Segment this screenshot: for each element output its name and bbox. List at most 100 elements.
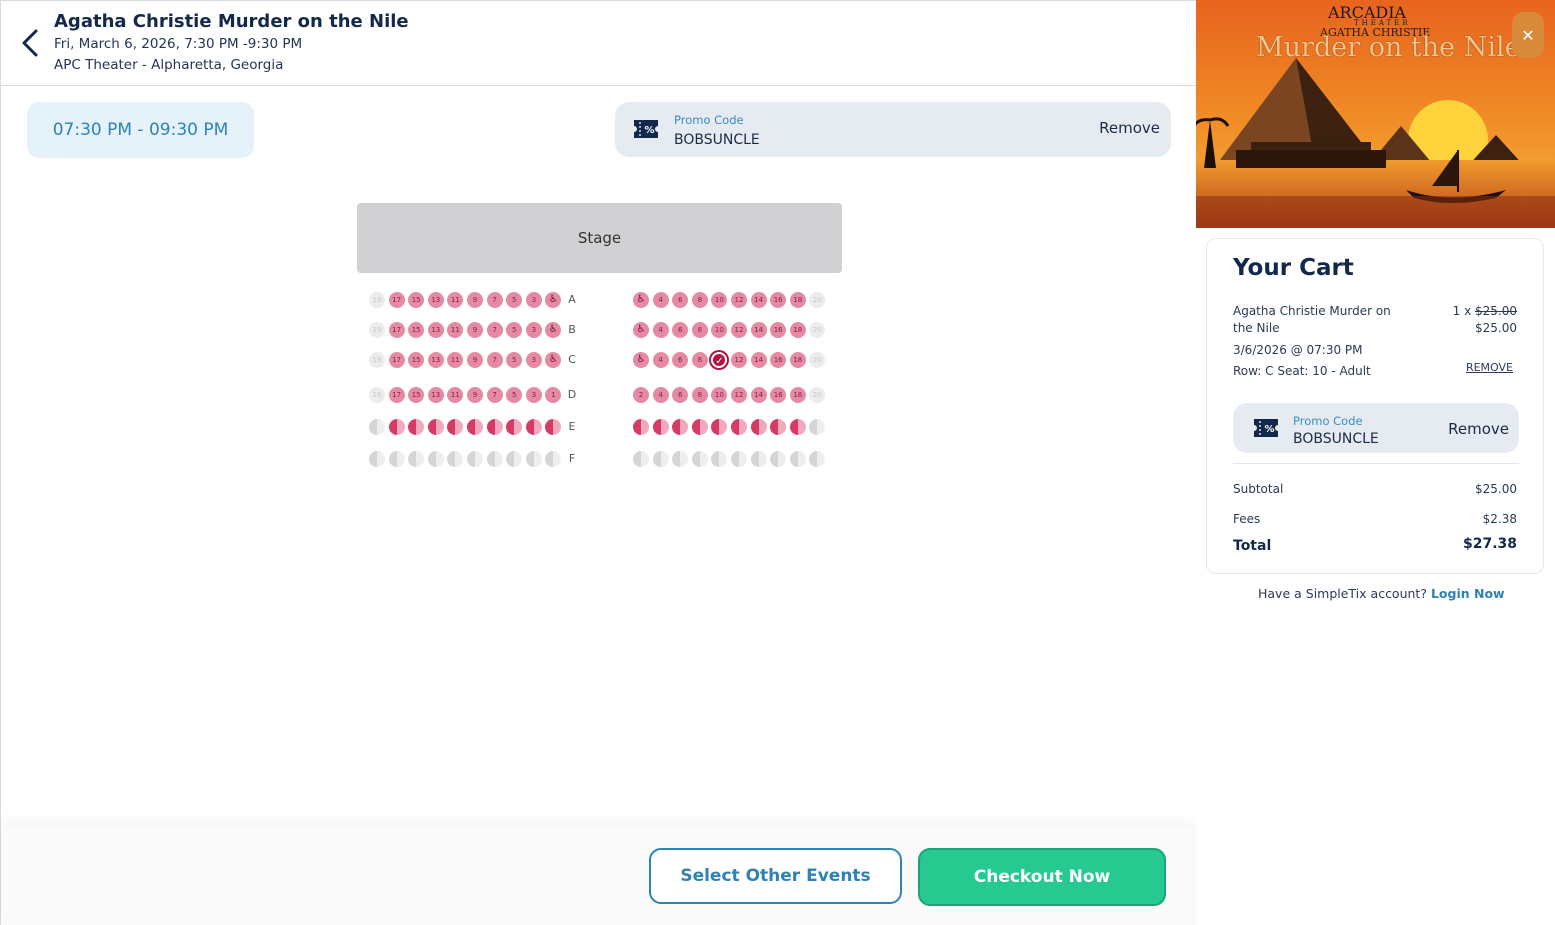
seat[interactable] [750, 419, 767, 435]
seat[interactable]: 13 [427, 292, 444, 308]
promo-remove-button[interactable]: Remove [1099, 119, 1160, 137]
time-slot-button[interactable]: 07:30 PM - 09:30 PM [27, 102, 254, 158]
wheelchair-seat[interactable]: ♿ [633, 292, 649, 308]
seat[interactable]: 8 [691, 322, 708, 338]
seat[interactable] [408, 419, 425, 435]
seat[interactable]: 6 [672, 292, 689, 308]
seat[interactable]: 17 [388, 322, 405, 338]
seat[interactable]: 18 [789, 292, 806, 308]
wheelchair-seat[interactable]: ♿ [545, 322, 562, 338]
seat[interactable]: 4 [652, 292, 669, 308]
seat[interactable] [711, 419, 728, 435]
seat[interactable]: 3 [525, 322, 542, 338]
seat[interactable]: 15 [408, 387, 425, 403]
checkout-now-button[interactable]: Checkout Now [918, 848, 1166, 906]
seat[interactable] [770, 419, 787, 435]
seat[interactable]: 5 [506, 387, 523, 403]
seat[interactable]: 9 [467, 292, 483, 308]
seat[interactable]: 17 [388, 387, 405, 403]
seat[interactable] [467, 419, 483, 435]
seat[interactable]: 15 [408, 292, 425, 308]
seat[interactable]: 16 [770, 387, 787, 403]
seat[interactable]: 14 [750, 322, 767, 338]
seat[interactable]: 11 [447, 292, 464, 308]
cart-item-remove-button[interactable]: REMOVE [1466, 361, 1513, 374]
wheelchair-seat[interactable]: ♿ [545, 352, 562, 368]
seat[interactable] [545, 419, 562, 435]
seat[interactable]: 13 [427, 352, 444, 368]
seat[interactable] [691, 419, 708, 435]
seat[interactable] [731, 419, 747, 435]
seat[interactable]: 11 [447, 322, 464, 338]
seat[interactable]: 8 [691, 292, 708, 308]
seat[interactable]: 11 [447, 387, 464, 403]
seat[interactable]: 7 [486, 387, 503, 403]
unavailable-seat [809, 419, 826, 435]
seat[interactable]: 16 [770, 322, 787, 338]
seat[interactable] [447, 419, 464, 435]
seat[interactable]: 17 [388, 292, 405, 308]
seat[interactable]: 9 [467, 387, 483, 403]
seat[interactable] [506, 419, 523, 435]
seat[interactable]: 17 [388, 352, 405, 368]
seat[interactable]: 14 [750, 387, 767, 403]
seat[interactable]: 5 [506, 352, 523, 368]
seat[interactable]: 10 [711, 322, 728, 338]
seat[interactable]: 12 [731, 292, 747, 308]
seat[interactable]: 16 [770, 292, 787, 308]
seat[interactable]: 10 [711, 292, 728, 308]
seat[interactable]: 12 [731, 322, 747, 338]
back-button[interactable] [17, 27, 45, 59]
seat[interactable]: 1 [545, 387, 562, 403]
seat[interactable]: 2 [633, 387, 649, 403]
seat[interactable]: 18 [789, 387, 806, 403]
seat[interactable]: 10 [711, 387, 728, 403]
wheelchair-seat[interactable]: ♿ [633, 322, 649, 338]
seat[interactable]: 5 [506, 292, 523, 308]
seat[interactable]: 9 [467, 352, 483, 368]
seat[interactable]: 15 [408, 322, 425, 338]
seat[interactable]: 4 [652, 387, 669, 403]
seat[interactable] [388, 419, 405, 435]
wheelchair-seat[interactable]: ♿ [633, 352, 649, 368]
seat[interactable]: 16 [770, 352, 787, 368]
wheelchair-seat[interactable]: ♿ [545, 292, 562, 308]
seat[interactable]: 13 [427, 387, 444, 403]
seat[interactable]: 11 [447, 352, 464, 368]
seat[interactable] [652, 419, 669, 435]
seat[interactable] [633, 419, 649, 435]
seat[interactable] [486, 419, 503, 435]
seat[interactable]: 4 [652, 352, 669, 368]
seat[interactable]: 4 [652, 322, 669, 338]
seat[interactable]: 7 [486, 292, 503, 308]
seat[interactable]: 12 [731, 387, 747, 403]
seat[interactable]: 3 [525, 292, 542, 308]
seat[interactable]: 12 [731, 352, 747, 368]
seat[interactable] [789, 419, 806, 435]
seat[interactable]: 5 [506, 322, 523, 338]
seat[interactable]: 7 [486, 322, 503, 338]
seat[interactable]: 6 [672, 352, 689, 368]
seat[interactable] [427, 419, 444, 435]
selected-seat[interactable]: ✓ [711, 352, 728, 368]
seat[interactable]: 13 [427, 322, 444, 338]
seat[interactable]: 6 [672, 322, 689, 338]
seat[interactable]: 3 [525, 387, 542, 403]
seat[interactable]: 6 [672, 387, 689, 403]
seat[interactable] [672, 419, 689, 435]
seat[interactable]: 18 [789, 352, 806, 368]
seat[interactable]: 7 [486, 352, 503, 368]
seat[interactable]: 9 [467, 322, 483, 338]
seat[interactable]: 18 [789, 322, 806, 338]
seat[interactable]: 14 [750, 292, 767, 308]
seat[interactable]: 8 [691, 352, 708, 368]
seat[interactable]: 15 [408, 352, 425, 368]
seat[interactable]: 14 [750, 352, 767, 368]
select-other-events-button[interactable]: Select Other Events [649, 848, 902, 904]
close-button[interactable]: ✕ [1512, 12, 1544, 58]
cart-promo-remove-button[interactable]: Remove [1448, 420, 1509, 438]
login-now-link[interactable]: Login Now [1431, 586, 1505, 601]
seat[interactable] [525, 419, 542, 435]
seat[interactable]: 8 [691, 387, 708, 403]
seat[interactable]: 3 [525, 352, 542, 368]
